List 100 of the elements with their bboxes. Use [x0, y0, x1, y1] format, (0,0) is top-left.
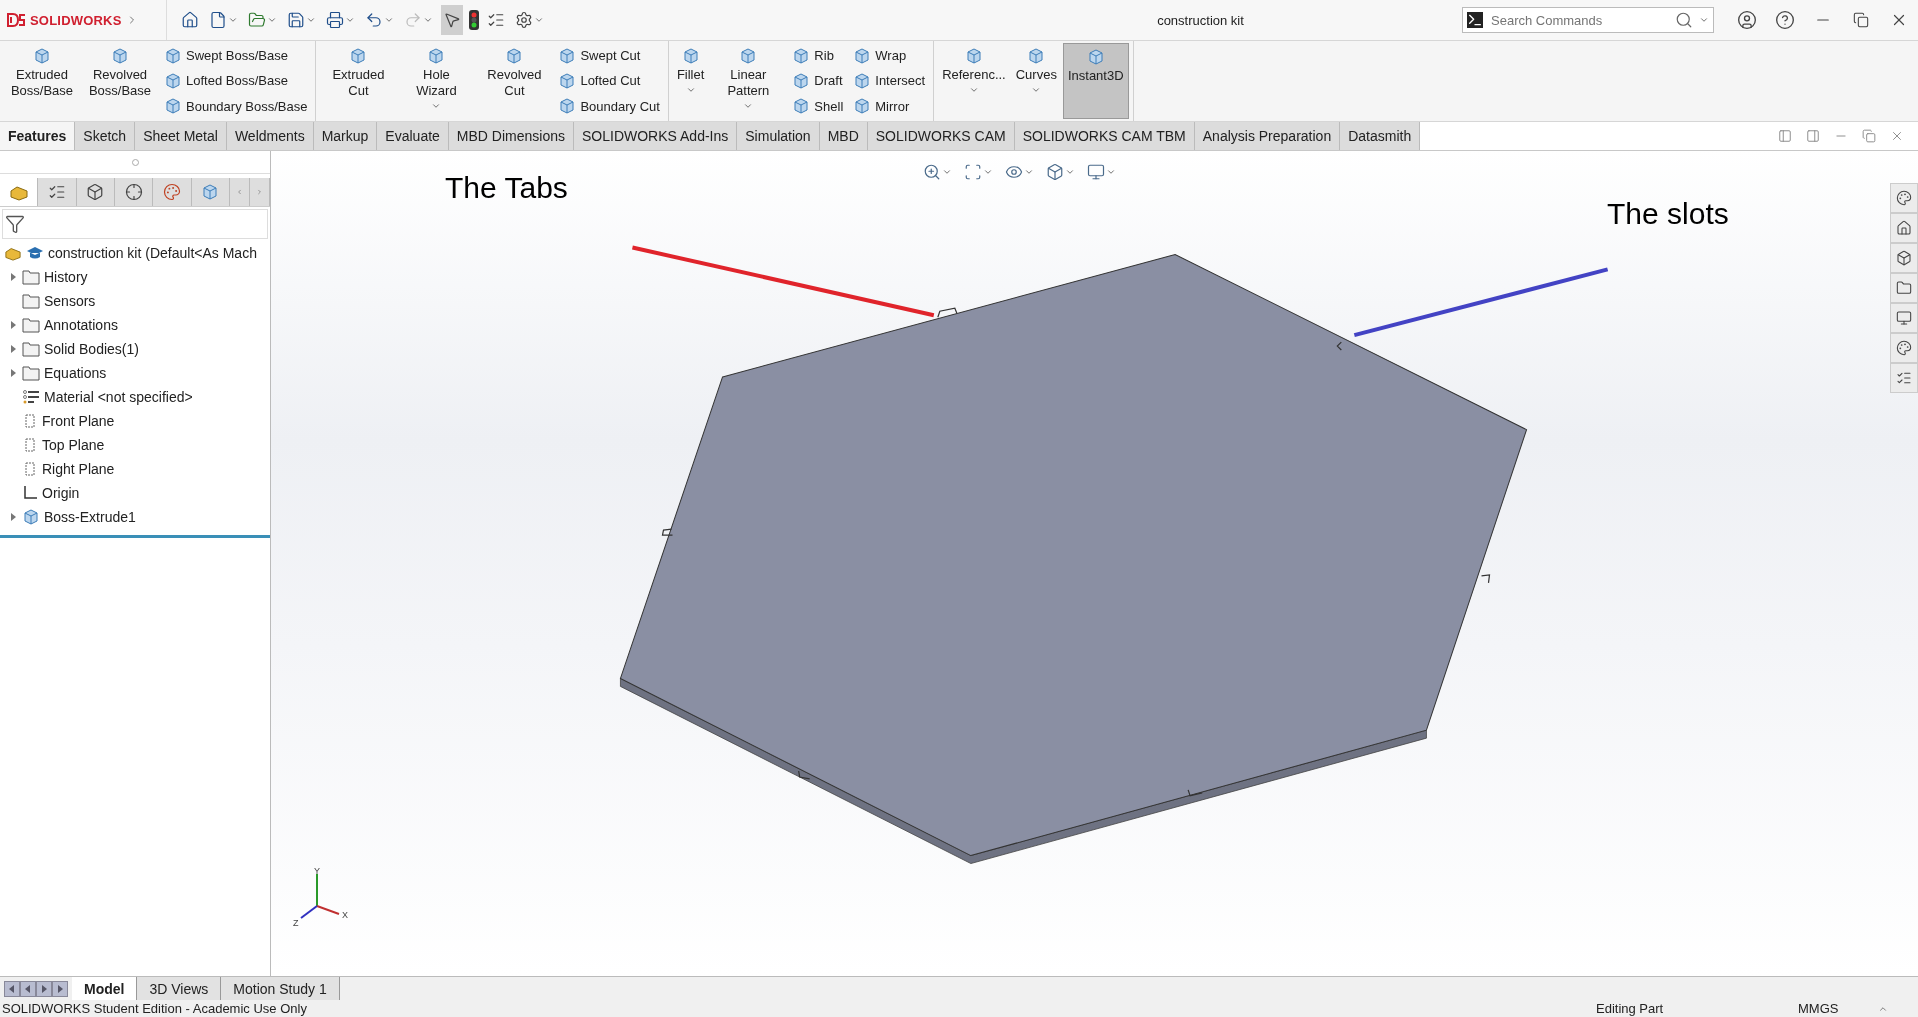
ribbon-button[interactable]: Wrap — [851, 45, 928, 66]
task-pane-tab[interactable] — [1890, 243, 1918, 273]
list-icon[interactable] — [48, 183, 66, 201]
tree-item[interactable]: Origin — [42, 485, 80, 501]
caret-icon[interactable] — [983, 167, 993, 177]
caret-icon[interactable] — [431, 101, 442, 111]
save-icon[interactable] — [287, 11, 305, 29]
command-tab[interactable]: Sheet Metal — [135, 122, 227, 150]
expand-arrow-icon[interactable] — [10, 321, 16, 329]
caret-icon[interactable] — [228, 15, 238, 25]
ribbon-button[interactable]: Instant3D — [1062, 43, 1129, 119]
ribbon-button[interactable]: Hole Wizard — [398, 43, 475, 119]
task-pane-tab[interactable] — [1890, 363, 1918, 393]
caret-icon[interactable] — [1024, 167, 1034, 177]
caret-icon[interactable] — [1699, 15, 1709, 25]
command-tab[interactable]: Markup — [313, 122, 378, 150]
model-tab[interactable]: 3D Views — [137, 977, 222, 1000]
properties-icon[interactable] — [1896, 370, 1912, 386]
caret-icon[interactable] — [1031, 85, 1042, 95]
tree-item[interactable]: Front Plane — [42, 413, 115, 429]
tree-item[interactable]: construction kit (Default<As Mach — [48, 245, 257, 261]
command-tab[interactable]: Sketch — [75, 122, 136, 150]
expand-arrow-icon[interactable] — [10, 273, 16, 281]
panel-tab[interactable] — [38, 178, 77, 206]
view-cube-icon[interactable] — [1046, 163, 1064, 181]
ribbon-button[interactable]: Extruded Boss/Base — [4, 43, 80, 119]
tree-item[interactable]: Right Plane — [42, 461, 115, 477]
ribbon-button[interactable]: Revolved Cut — [476, 43, 553, 119]
pointer-icon[interactable] — [443, 11, 461, 29]
home-icon[interactable] — [181, 11, 199, 29]
restore-icon[interactable] — [1853, 12, 1869, 28]
open-folder-icon[interactable] — [248, 11, 266, 29]
settings-icon[interactable] — [515, 11, 533, 29]
user-icon[interactable] — [1737, 10, 1757, 30]
command-tab[interactable]: Analysis Preparation — [1194, 122, 1341, 150]
command-tab[interactable]: SOLIDWORKS CAM TBM — [1014, 122, 1195, 150]
folder-icon[interactable] — [1896, 280, 1912, 296]
ribbon-button[interactable]: Curves — [1011, 43, 1061, 119]
expand-arrow-icon[interactable] — [10, 369, 16, 377]
ribbon-button[interactable]: Boundary Boss/Base — [162, 96, 310, 117]
command-tab[interactable]: Features — [0, 122, 76, 150]
command-tab[interactable]: Weldments — [226, 122, 314, 150]
command-tab[interactable]: SOLIDWORKS Add-Ins — [574, 122, 738, 150]
caret-icon[interactable] — [423, 15, 433, 25]
search-bar[interactable]: Search Commands — [1462, 7, 1714, 33]
appearance-icon[interactable] — [1896, 340, 1912, 356]
monitor-icon[interactable] — [1087, 163, 1105, 181]
tree-item[interactable]: Equations — [44, 365, 107, 381]
task-pane-tab[interactable] — [1890, 303, 1918, 333]
zoom-area-icon[interactable] — [964, 163, 982, 181]
ribbon-button[interactable]: Fillet — [672, 43, 709, 119]
ribbon-button[interactable]: Draft — [790, 71, 846, 91]
expand-arrow-icon[interactable] — [10, 345, 16, 353]
caret-icon[interactable] — [743, 101, 754, 111]
print-icon[interactable] — [326, 11, 344, 29]
help-icon[interactable] — [1775, 10, 1795, 30]
appearance-icon[interactable] — [162, 183, 181, 201]
caret-icon[interactable] — [685, 85, 696, 95]
panel-icon[interactable] — [1778, 129, 1792, 143]
ribbon-button[interactable]: Intersect — [851, 71, 928, 91]
ribbon-button[interactable]: Mirror — [851, 96, 928, 117]
command-tab[interactable]: SOLIDWORKS CAM — [867, 122, 1015, 150]
ribbon-button[interactable]: Referenc... — [938, 43, 1010, 119]
list-icon[interactable] — [487, 11, 505, 29]
command-tab[interactable]: MBD Dimensions — [448, 122, 574, 150]
filter-field[interactable] — [2, 209, 268, 239]
tree-item[interactable]: Annotations — [44, 317, 118, 333]
new-file-icon[interactable] — [209, 11, 227, 29]
caret-icon[interactable] — [384, 15, 394, 25]
tree-item[interactable]: Material <not specified> — [44, 389, 193, 405]
caret-icon[interactable] — [267, 15, 277, 25]
panel-tab[interactable] — [76, 178, 115, 206]
caret-icon[interactable] — [968, 85, 979, 95]
panel-tab[interactable] — [191, 178, 230, 206]
command-tab[interactable]: MBD — [819, 122, 868, 150]
tree-item[interactable]: Solid Bodies(1) — [44, 341, 139, 357]
task-pane-tab[interactable] — [1890, 333, 1918, 363]
crosshair-icon[interactable] — [124, 183, 143, 201]
eye-icon[interactable] — [1005, 163, 1023, 181]
caret-icon[interactable] — [534, 15, 544, 25]
tree-item[interactable]: Sensors — [44, 293, 96, 309]
undo-icon[interactable] — [365, 11, 383, 29]
model-tab[interactable]: Model — [72, 977, 138, 1000]
caret-icon[interactable] — [1065, 167, 1075, 177]
expand-arrow-icon[interactable] — [10, 513, 16, 521]
ribbon-button[interactable]: Swept Cut — [556, 45, 662, 66]
ribbon-button[interactable]: Lofted Cut — [556, 71, 662, 91]
tree-item[interactable]: History — [44, 269, 88, 285]
panel-tab[interactable] — [115, 178, 154, 206]
home-icon[interactable] — [1896, 220, 1912, 236]
zoom-icon[interactable] — [923, 163, 941, 181]
caret-icon[interactable] — [345, 15, 355, 25]
traffic-light-icon[interactable] — [469, 10, 479, 30]
search-icon[interactable] — [1675, 11, 1693, 29]
units-label[interactable]: MMGS — [1798, 1001, 1878, 1016]
panel-tab[interactable] — [153, 178, 192, 206]
command-tab[interactable]: Evaluate — [377, 122, 449, 150]
tree-item[interactable]: Boss-Extrude1 — [44, 509, 136, 525]
caret-icon[interactable] — [306, 15, 316, 25]
ribbon-button[interactable]: Extruded Cut — [320, 43, 397, 119]
